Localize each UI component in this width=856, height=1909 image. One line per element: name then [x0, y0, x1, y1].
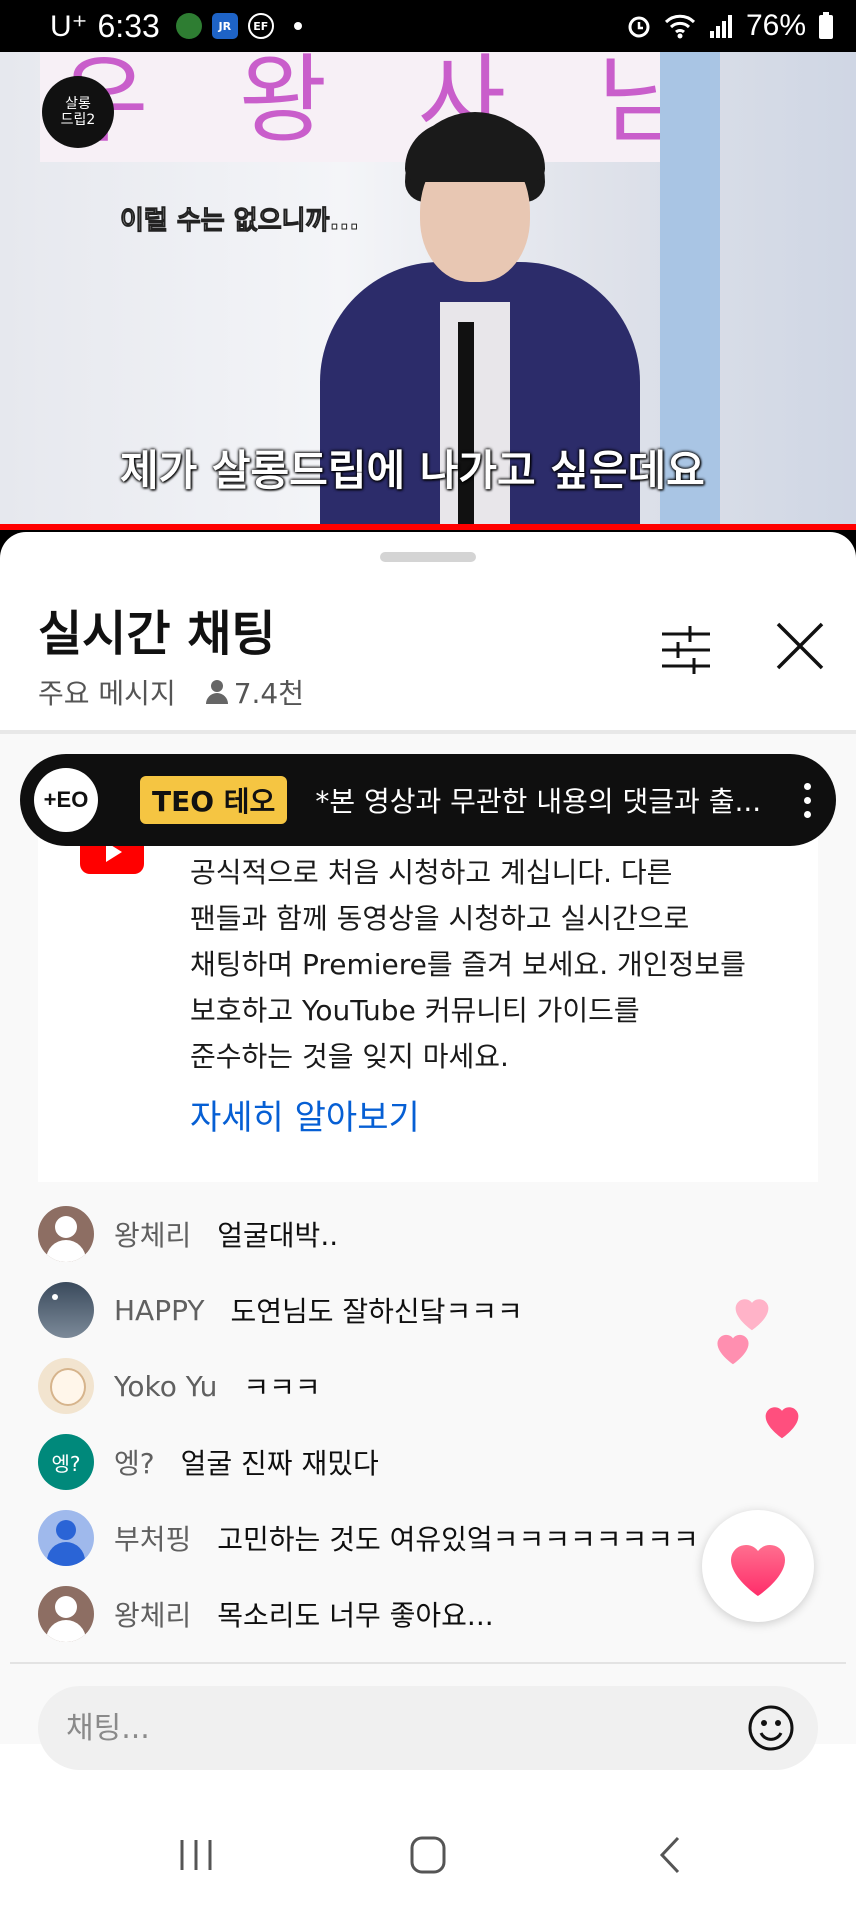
pinned-message[interactable]: +EO TEO 테오 *본 영상과 무관한 내용의 댓글과 출...: [20, 754, 836, 846]
ef-icon: EF: [247, 13, 274, 39]
status-bar: U⁺ 6:33 JR EF 76%: [0, 0, 856, 52]
message-author: 왕체리: [114, 1599, 192, 1632]
clock: 6:33: [97, 7, 160, 44]
drag-handle[interactable]: [380, 552, 476, 562]
avatar: [38, 1282, 94, 1338]
jr-icon: JR: [211, 13, 238, 39]
battery-icon: [819, 12, 833, 39]
avatar: [38, 1206, 94, 1262]
welcome-card: 공식적으로 처음 시청하고 계십니다. 다른 팬들과 함께 동영상을 시청하고 …: [38, 820, 818, 1182]
filter-button[interactable]: [658, 622, 714, 678]
emoji-icon[interactable]: [746, 1703, 796, 1753]
message-text: 얼굴 진짜 재밌다: [180, 1447, 379, 1480]
message-text: 목소리도 너무 좋아요...: [217, 1599, 494, 1632]
system-icons: 76%: [626, 9, 834, 43]
floating-heart-icon: [717, 1334, 749, 1365]
message-author: 엥?: [114, 1447, 155, 1480]
welcome-text: 공식적으로 처음 시청하고 계십니다. 다른 팬들과 함께 동영상을 시청하고 …: [190, 850, 800, 1080]
close-button[interactable]: [770, 616, 830, 676]
message-author: 왕체리: [114, 1219, 192, 1252]
avatar: [38, 1586, 94, 1642]
viewer-count-value: 7.4천: [233, 677, 304, 710]
alarm-icon: [628, 16, 650, 38]
chat-title: 실시간 채팅: [38, 606, 276, 662]
welcome-line: 채팅하며 Premiere를 즐겨 보세요. 개인정보를: [190, 948, 746, 981]
chat-message[interactable]: 왕체리 얼굴대박..: [38, 1204, 338, 1264]
more-options-icon[interactable]: [792, 770, 822, 830]
heart-reaction-button[interactable]: [702, 1510, 814, 1622]
message-author: 부처핑: [114, 1523, 192, 1556]
welcome-line: 공식적으로 처음 시청하고 계십니다. 다른: [190, 856, 673, 889]
person-hair-top: [405, 122, 545, 182]
chat-message[interactable]: Yoko Yu ㅋㅋㅋ: [38, 1356, 321, 1416]
pinned-author-badge: TEO 테오: [140, 776, 288, 824]
chat-message[interactable]: 엥? 엥? 얼굴 진짜 재밌다: [38, 1432, 379, 1492]
dot-icon: [293, 22, 302, 30]
globe-icon: [175, 13, 202, 39]
home-icon[interactable]: [398, 1830, 458, 1880]
carrier-label: U⁺: [50, 9, 88, 43]
wifi-icon: [664, 14, 696, 39]
welcome-line: 보호하고 YouTube 커뮤니티 가이드를: [190, 994, 640, 1027]
floating-heart-icon: [735, 1299, 769, 1331]
message-author: HAPPY: [114, 1293, 205, 1327]
battery-percent: 76%: [745, 9, 806, 42]
channel-logo: 살롱 드립2: [42, 76, 114, 148]
message-text: 얼굴대박..: [217, 1219, 339, 1252]
avatar: 엥?: [38, 1434, 94, 1490]
chat-message[interactable]: 부처핑 고민하는 것도 여유있엌ㅋㅋㅋㅋㅋㅋㅋㅋ: [38, 1508, 699, 1568]
poster-text: 우 왕 사 님: [60, 52, 715, 156]
learn-more-link[interactable]: 자세히 알아보기: [190, 1090, 420, 1139]
notification-icons: JR EF: [175, 13, 302, 39]
message-text: ㅋㅋㅋ: [243, 1371, 321, 1404]
message-author: Yoko Yu: [114, 1369, 218, 1403]
back-icon[interactable]: [640, 1830, 700, 1880]
avatar: [38, 1510, 94, 1566]
message-text: 도연님도 잘하신닼ㅋㅋㅋ: [230, 1295, 523, 1328]
subtitle-main: 제가 살롱드립에 나가고 싶은데요: [120, 446, 705, 495]
video-progress-bar[interactable]: [0, 524, 856, 530]
person-tie: [458, 322, 474, 530]
chat-subtitle: 주요 메시지 7.4천: [38, 672, 304, 712]
recent-apps-icon[interactable]: [166, 1830, 226, 1880]
chat-message[interactable]: HAPPY 도연님도 잘하신닼ㅋㅋㅋ: [38, 1280, 523, 1340]
viewer-count: 7.4천: [205, 672, 304, 712]
avatar: [38, 1358, 94, 1414]
input-divider: [10, 1662, 846, 1664]
signal-icon: [709, 15, 732, 38]
chat-mode-selector[interactable]: 주요 메시지: [38, 672, 176, 712]
subtitle-small: 이럴 수는 없으니까...: [119, 206, 360, 237]
welcome-line: 팬들과 함께 동영상을 시청하고 실시간으로: [190, 902, 690, 935]
welcome-line: 준수하는 것을 잊지 마세요.: [190, 1040, 509, 1073]
pinned-author-avatar: +EO: [34, 768, 98, 832]
message-text: 고민하는 것도 여유있엌ㅋㅋㅋㅋㅋㅋㅋㅋ: [217, 1523, 699, 1556]
chat-input[interactable]: [66, 1710, 746, 1746]
video-player[interactable]: 우 왕 사 님 살롱 드립2 이럴 수는 없으니까... 제가 살롱드립에 나가…: [0, 52, 856, 530]
heart-icon: [731, 1545, 785, 1596]
person-icon: [205, 680, 228, 704]
chat-input-box[interactable]: [38, 1686, 818, 1770]
pinned-text: *본 영상과 무관한 내용의 댓글과 출...: [315, 785, 762, 818]
floating-heart-icon: [765, 1407, 799, 1439]
system-navigation-bar: [0, 1800, 856, 1909]
chat-message[interactable]: 왕체리 목소리도 너무 좋아요...: [38, 1584, 494, 1644]
